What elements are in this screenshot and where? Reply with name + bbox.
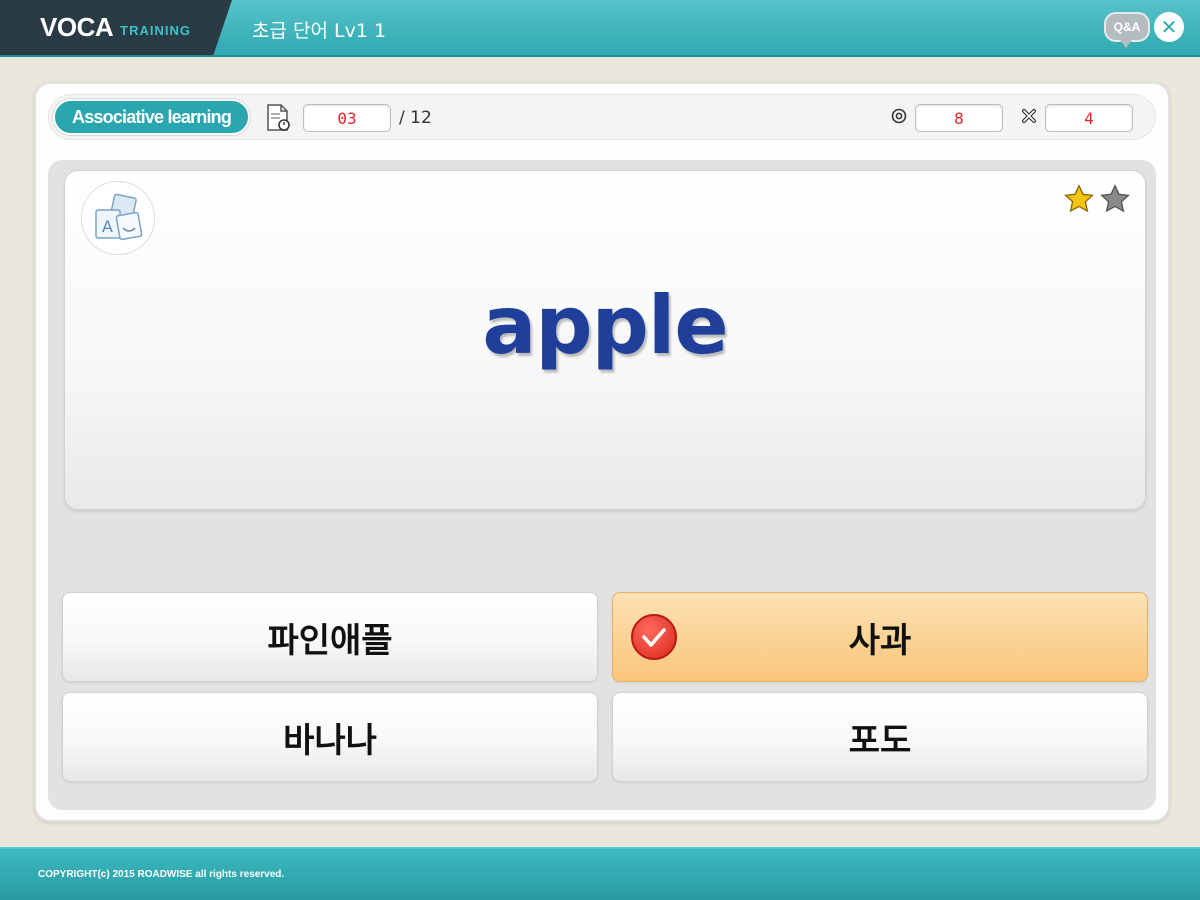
vocab-word: apple bbox=[482, 279, 728, 372]
star-filled-icon[interactable] bbox=[1063, 183, 1095, 215]
close-icon: ✕ bbox=[1160, 15, 1178, 39]
star-empty-icon[interactable] bbox=[1099, 183, 1131, 215]
logo-main-text: VOCA bbox=[40, 12, 114, 42]
app-logo: VOCA TRAINING bbox=[0, 0, 232, 55]
copyright-text: COPYRIGHT(c) 2015 ROADWISE all rights re… bbox=[38, 869, 285, 880]
correct-icon bbox=[891, 108, 907, 124]
svg-text:A: A bbox=[102, 217, 113, 236]
choice-label: 파인애플 bbox=[267, 620, 393, 661]
qa-button[interactable]: Q&A bbox=[1104, 12, 1150, 48]
logo-sub-text: TRAINING bbox=[120, 23, 191, 38]
flashcards-icon: A bbox=[81, 181, 155, 255]
mode-badge: Associative learning bbox=[53, 99, 251, 135]
main-panel: Associative learning 03 / 12 8 4 A apple… bbox=[34, 82, 1170, 822]
check-icon bbox=[631, 614, 677, 660]
choice-label: 사과 bbox=[848, 620, 912, 661]
choice-button-2[interactable]: 사과 bbox=[612, 592, 1148, 682]
difficulty-stars bbox=[1063, 183, 1131, 215]
footer: COPYRIGHT(c) 2015 ROADWISE all rights re… bbox=[0, 847, 1200, 900]
top-bar: VOCA TRAINING 초급 단어 Lv1 1 Q&A ✕ bbox=[0, 0, 1200, 57]
word-card: A apple bbox=[64, 170, 1146, 510]
current-question-field: 03 bbox=[303, 104, 391, 132]
total-questions: / 12 bbox=[399, 108, 432, 128]
status-bar: Associative learning 03 / 12 8 4 bbox=[48, 94, 1156, 140]
correct-count-field: 8 bbox=[915, 104, 1003, 132]
mode-label: Associative learning bbox=[72, 106, 232, 127]
choice-button-1[interactable]: 파인애플 bbox=[62, 592, 598, 682]
question-count-icon bbox=[267, 104, 290, 131]
choice-button-4[interactable]: 포도 bbox=[612, 692, 1148, 782]
close-button[interactable]: ✕ bbox=[1154, 12, 1184, 42]
lesson-title: 초급 단어 Lv1 1 bbox=[252, 20, 387, 42]
quiz-area: A apple 파인애플 사과 바나나 포도 bbox=[48, 160, 1156, 810]
wrong-count-field: 4 bbox=[1045, 104, 1133, 132]
choice-label: 포도 bbox=[848, 720, 912, 761]
qa-label: Q&A bbox=[1113, 20, 1141, 34]
choice-button-3[interactable]: 바나나 bbox=[62, 692, 598, 782]
choice-label: 바나나 bbox=[283, 720, 377, 761]
wrong-icon bbox=[1022, 109, 1036, 123]
